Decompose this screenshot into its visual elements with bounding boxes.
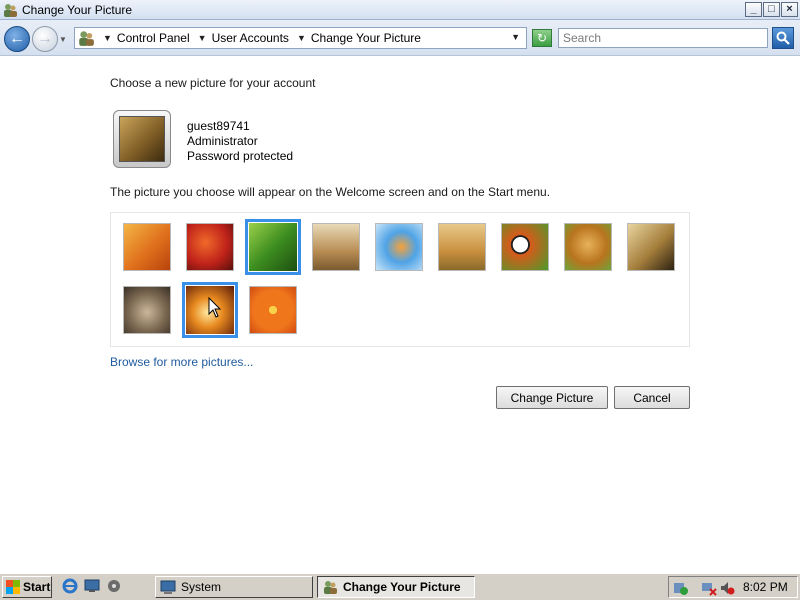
kitten-picture-image [124,287,170,333]
bonsai-tree-picture-image [439,224,485,270]
breadcrumb-user-accounts[interactable]: User Accounts [212,31,289,45]
taskbar-item-system[interactable]: System [155,576,313,598]
main-content: Choose a new picture for your account gu… [0,57,800,572]
chevron-down-icon[interactable]: ▼ [103,33,112,43]
chess-pieces-picture-image [628,224,674,270]
recent-pages-dropdown[interactable]: ▼ [59,35,67,44]
mouse-pointer-icon [208,297,222,318]
start-button[interactable]: Start [2,576,52,598]
chevron-down-icon[interactable]: ▼ [198,33,207,43]
browse-more-pictures-link[interactable]: Browse for more pictures... [110,355,253,369]
orange-daisy-picture-image [250,287,296,333]
breadcrumb-change-your-picture[interactable]: Change Your Picture [311,31,421,45]
breadcrumb-control-panel[interactable]: Control Panel [117,31,190,45]
orange-daisy-picture[interactable] [249,286,297,334]
close-button[interactable]: × [781,2,798,17]
security-center-icon[interactable] [673,580,689,596]
goldfish-picture-image [376,224,422,270]
robot-toy-picture-image [313,224,359,270]
search-input[interactable] [558,28,768,48]
user-accounts-icon [4,3,17,17]
green-leaf-picture-image [249,223,297,271]
account-picture [113,110,171,168]
show-desktop-icon[interactable] [84,578,100,594]
music-clef-picture[interactable] [123,223,171,271]
search-icon [776,31,790,45]
media-player-icon[interactable] [106,578,122,594]
green-leaf-picture[interactable] [245,219,301,275]
goldfish-picture[interactable] [375,223,423,271]
account-role: Administrator [187,134,258,148]
maximize-button[interactable]: □ [763,2,780,17]
account-name: guest89741 [187,119,250,133]
back-button[interactable]: ← [4,26,30,52]
dog-picture-image [565,224,611,270]
system-icon [160,580,176,594]
refresh-button[interactable]: ↻ [532,29,552,47]
arrow-left-icon: ← [9,30,25,47]
search-button[interactable] [772,27,794,49]
user-accounts-icon [79,31,94,46]
red-flower-picture[interactable] [186,223,234,271]
sports-balls-picture[interactable] [501,223,549,271]
red-flower-picture-image [187,224,233,270]
account-security: Password protected [187,149,294,163]
sports-balls-picture-image [502,224,548,270]
robot-toy-picture[interactable] [312,223,360,271]
network-disconnected-icon[interactable] [701,580,717,596]
taskbar-item-label: Change Your Picture [343,580,461,594]
music-clef-picture-image [124,224,170,270]
clock: 8:02 PM [743,580,788,594]
refresh-icon: ↻ [536,31,548,45]
title-bar: Change Your Picture _ □ × [0,0,800,20]
picture-description: The picture you choose will appear on th… [110,185,551,199]
page-heading: Choose a new picture for your account [110,76,316,90]
window-title: Change Your Picture [22,2,133,17]
chess-pieces-picture[interactable] [627,223,675,271]
taskbar-item-change-your-picture[interactable]: Change Your Picture [317,576,475,598]
user-accounts-icon [324,581,337,594]
volume-muted-icon[interactable] [719,580,735,596]
taskbar-item-label: System [181,580,222,594]
forward-button[interactable]: → [32,26,58,52]
chess-pieces-picture [119,116,165,162]
windows-logo-icon [6,580,20,594]
breadcrumb[interactable]: ▼ Control Panel ▼ User Accounts ▼ Change… [74,27,527,49]
start-label: Start [23,580,51,594]
internet-explorer-icon[interactable] [62,578,78,594]
picture-grid [110,212,690,347]
change-picture-button[interactable]: Change Picture [496,386,608,409]
arrow-right-icon: → [37,30,53,47]
chevron-down-icon[interactable]: ▼ [297,33,306,43]
address-dropdown-icon[interactable]: ▼ [511,32,520,42]
bonsai-tree-picture[interactable] [438,223,486,271]
kitten-picture[interactable] [123,286,171,334]
system-tray: 8:02 PM [668,576,798,598]
minimize-button[interactable]: _ [745,2,762,17]
dog-picture[interactable] [564,223,612,271]
account-info: guest89741 Administrator Password protec… [187,119,293,164]
cancel-button[interactable]: Cancel [614,386,690,409]
address-bar: ← → ▼ ▼ Control Panel ▼ User Accounts ▼ … [0,20,800,56]
taskbar: Start System Change Your Picture 8:02 PM [0,572,800,600]
